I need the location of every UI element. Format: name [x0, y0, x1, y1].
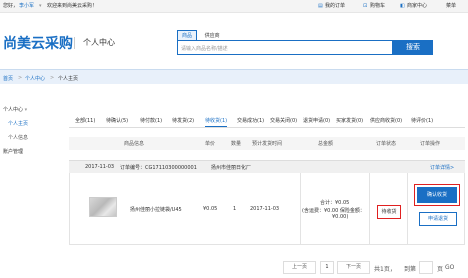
order-details-link[interactable]: 订单详情> — [430, 164, 454, 171]
order-info-bar: 2017-11-03 订单编号：CG17110300000001 扬州市佳丽日化… — [69, 160, 465, 173]
cart-link[interactable]: 购物车 — [370, 3, 385, 10]
divider — [369, 173, 370, 245]
breadcrumb-current: 个人主页 — [58, 76, 79, 82]
sidebar-item-profile[interactable]: 个人信息 — [3, 131, 58, 145]
total-pages: 共1页， — [374, 266, 396, 273]
order-status-tabs: 全部(11) 待确认(5) 待付款(1) 待发货(2) 待收货(1) 交易成功(… — [69, 114, 465, 128]
tab-pending-payment[interactable]: 待付款(1) — [140, 117, 162, 124]
search-input[interactable]: 请输入商品名称/描述 — [177, 40, 393, 55]
prev-page-button[interactable]: 上一页 — [283, 261, 316, 274]
total-detail: (含运费：¥0.00 保险金额： — [302, 208, 365, 214]
tab-return-request[interactable]: 退货申请(0) — [303, 117, 330, 124]
page-title: 个人中心 — [83, 38, 115, 47]
order-icon: ▤ — [318, 3, 323, 9]
header-divider — [74, 37, 75, 49]
caret-down-icon: ▾ — [24, 107, 28, 113]
divider — [300, 173, 301, 245]
username-link[interactable]: 李小军 — [19, 3, 34, 10]
col-quantity: 数量 — [231, 141, 242, 147]
tab-closed[interactable]: 交易关闭(0) — [270, 117, 297, 124]
merchant-icon: ◧ — [400, 3, 405, 9]
go-button[interactable]: GO — [445, 264, 454, 271]
welcome-text: 欢迎来到尚美云采购！ — [47, 3, 98, 9]
sidebar-group-label: 个人中心 — [3, 107, 24, 113]
col-actions: 订单操作 — [420, 141, 441, 147]
tab-buyer-shipped[interactable]: 买家发货(0) — [336, 117, 363, 124]
unit-price: ¥0.05 — [203, 206, 218, 212]
sidebar: 个人中心 ▾ 个人主页 个人信息 账户管理 — [3, 103, 58, 159]
sidebar-item-account[interactable]: 账户管理 — [3, 145, 58, 159]
order-number: 订单编号：CG17110300000001 — [120, 165, 197, 171]
sidebar-item-home[interactable]: 个人主页 — [3, 117, 58, 131]
col-total: 总金额 — [318, 141, 334, 147]
quantity: 1 — [233, 206, 237, 212]
site-logo[interactable]: 尚美云采购 — [3, 33, 73, 53]
menu-link[interactable]: 菜单 — [446, 3, 456, 10]
breadcrumb-home[interactable]: 首页 — [3, 75, 13, 82]
order-row: 扬州佳丽小拉链袋/U45 ¥0.05 1 2017-11-03 合计：¥0.05… — [69, 173, 465, 245]
tab-pending-receipt[interactable]: 待收货(1) — [205, 117, 228, 127]
confirm-receipt-button[interactable]: 确认收货 — [417, 187, 457, 203]
order-vendor[interactable]: 扬州市佳丽日化厂 — [211, 164, 251, 171]
tab-pending-review[interactable]: 待评价(1) — [411, 117, 433, 124]
page-unit-label: 页 — [437, 266, 444, 273]
search-button[interactable]: 搜索 — [393, 40, 433, 55]
divider — [407, 173, 408, 245]
order-table-header: 商品信息 单价 数量 预计发货时间 总金额 订单状态 订单操作 — [69, 137, 465, 150]
breadcrumb-personal-center[interactable]: 个人中心 — [25, 75, 45, 82]
request-return-button[interactable]: 申请退货 — [419, 212, 457, 226]
tab-pending-shipment[interactable]: 待发货(2) — [172, 117, 194, 124]
col-ship-time: 预计发货时间 — [252, 141, 283, 147]
my-orders-link[interactable]: 我的订单 — [325, 3, 345, 10]
total-amount: 合计：¥0.05 — [320, 200, 350, 206]
product-name[interactable]: 扬州佳丽小拉链袋/U45 — [130, 206, 182, 213]
tab-pending-confirm[interactable]: 待确认(5) — [106, 117, 128, 124]
ship-date: 2017-11-03 — [250, 206, 280, 212]
col-product: 商品信息 — [124, 141, 145, 147]
greeting-text: 您好， — [3, 3, 19, 9]
search-tab-supplier[interactable]: 供应商 — [201, 31, 224, 40]
page-number-current[interactable]: 1 — [320, 261, 334, 274]
order-date: 2017-11-03 — [85, 164, 115, 170]
sidebar-group-title: 个人中心 ▾ — [3, 103, 58, 117]
merchant-center-link[interactable]: 商家中心 — [407, 3, 427, 10]
confirm-highlight: 确认收货 — [414, 184, 460, 206]
col-unit-price: 单价 — [205, 141, 216, 147]
goto-label: 到第 — [404, 266, 417, 273]
breadcrumb-separator: > — [18, 75, 23, 81]
next-page-button[interactable]: 下一页 — [337, 261, 370, 274]
tab-supplier-received[interactable]: 供应商收货(0) — [370, 117, 402, 124]
col-status: 订单状态 — [376, 141, 397, 147]
nav-bar: 首页 > 个人中心 > 个人主页 — [0, 69, 468, 84]
cart-icon: ⊡ — [363, 3, 368, 9]
total-detail-insurance: ¥0.00) — [332, 214, 349, 220]
page-input[interactable] — [419, 261, 433, 274]
product-thumbnail[interactable] — [89, 197, 117, 217]
breadcrumb-separator: > — [50, 75, 55, 81]
top-bar: 您好， 李小军 ▾ 欢迎来到尚美云采购！ ▤ 我的订单 ⊡ 购物车 ◧ 商家中心… — [0, 0, 468, 13]
status-badge: 待收货 — [377, 205, 401, 219]
tab-completed[interactable]: 交易成功(1) — [237, 117, 264, 124]
chevron-down-icon[interactable]: ▾ — [39, 3, 42, 10]
tab-all[interactable]: 全部(11) — [75, 117, 95, 124]
